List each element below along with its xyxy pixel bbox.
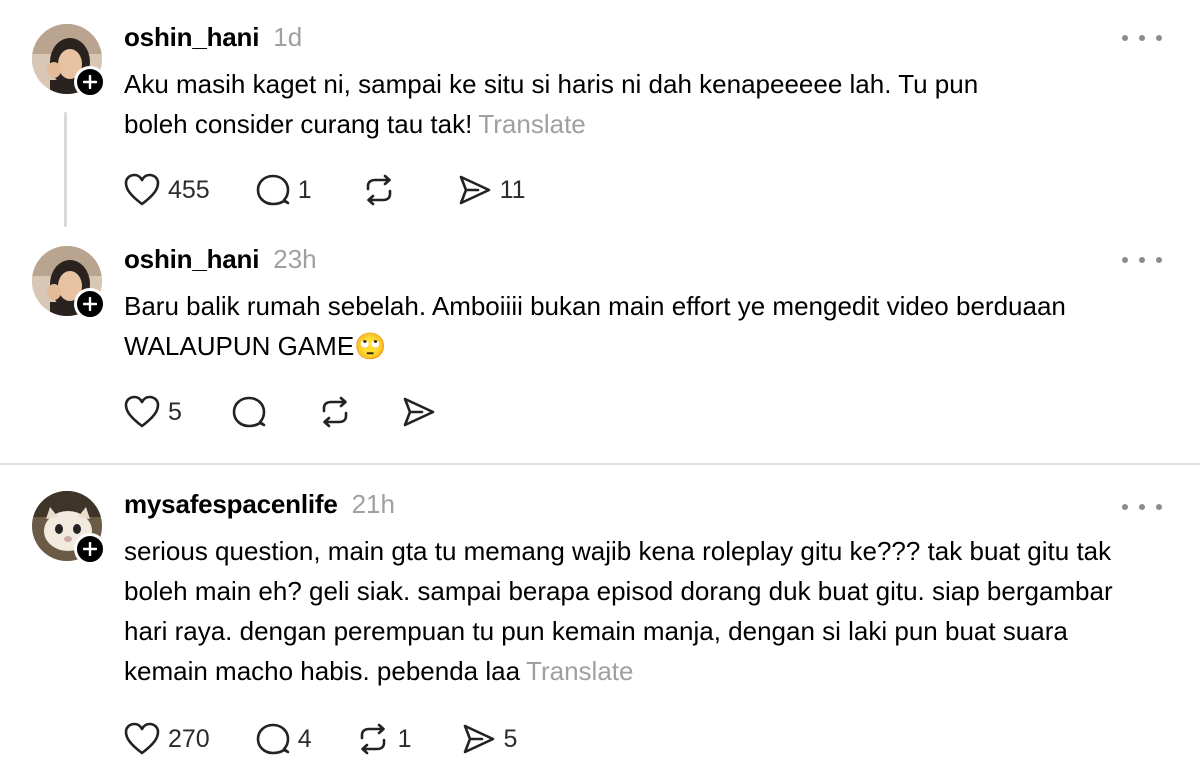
avatar[interactable]: [32, 246, 106, 320]
username[interactable]: oshin_hani: [124, 22, 259, 53]
heart-icon: [124, 395, 160, 429]
repost-button[interactable]: [318, 395, 360, 429]
share-count: 5: [503, 724, 518, 753]
like-button[interactable]: 270: [124, 722, 210, 756]
timestamp: 21h: [351, 489, 395, 519]
speech-bubble-icon: [256, 173, 290, 207]
reply-post: oshin_hani 1d Aku masih kaget ni, sampai…: [0, 0, 1200, 230]
timestamp: 23h: [273, 244, 317, 274]
reply-thread: oshin_hani 1d Aku masih kaget ni, sampai…: [0, 0, 1200, 775]
username[interactable]: mysafespacenlife: [124, 489, 338, 520]
speech-bubble-icon: [232, 395, 266, 429]
share-count: 11: [499, 175, 526, 204]
post-body: Baru balik rumah sebelah. Amboiiii bukan…: [124, 286, 1084, 366]
post-text: Baru balik rumah sebelah. Amboiiii bukan…: [124, 291, 1066, 361]
follow-plus-icon[interactable]: [74, 533, 106, 565]
like-button[interactable]: 455: [124, 173, 210, 207]
reply-post: oshin_hani 23h Baru balik rumah sebelah.…: [0, 230, 1200, 463]
repost-arrows-icon: [362, 173, 396, 207]
reply-button[interactable]: 1: [256, 173, 312, 207]
repost-button[interactable]: 1: [356, 722, 412, 756]
username[interactable]: oshin_hani: [124, 244, 259, 275]
share-button[interactable]: 5: [462, 722, 518, 756]
translate-link[interactable]: Translate: [478, 109, 585, 139]
send-icon: [458, 173, 492, 207]
timestamp: 1d: [273, 22, 303, 52]
repost-button[interactable]: [362, 173, 404, 207]
heart-icon: [124, 722, 160, 756]
reply-count: 4: [297, 724, 312, 753]
like-button[interactable]: 5: [124, 395, 182, 429]
like-count: 5: [168, 397, 182, 426]
like-count: 455: [168, 175, 210, 204]
speech-bubble-icon: [256, 722, 290, 756]
more-options-icon[interactable]: [1122, 250, 1162, 270]
send-icon: [402, 395, 436, 429]
more-options-icon[interactable]: [1122, 28, 1162, 48]
thread-connector-line: [64, 112, 67, 227]
heart-icon: [124, 173, 160, 207]
reply-post: mysafespacenlife 21h serious question, m…: [0, 465, 1200, 775]
repost-count: 1: [397, 724, 412, 753]
translate-link[interactable]: Translate: [526, 656, 633, 686]
repost-arrows-icon: [356, 722, 390, 756]
reply-button[interactable]: [232, 395, 274, 429]
follow-plus-icon[interactable]: [74, 288, 106, 320]
post-body: serious question, main gta tu memang waj…: [124, 531, 1150, 691]
more-options-icon[interactable]: [1122, 497, 1162, 517]
share-button[interactable]: [402, 395, 444, 429]
send-icon: [462, 722, 496, 756]
avatar[interactable]: [32, 24, 106, 98]
post-body: Aku masih kaget ni, sampai ke situ si ha…: [124, 64, 1044, 144]
follow-plus-icon[interactable]: [74, 66, 106, 98]
share-button[interactable]: 11: [458, 173, 526, 207]
avatar[interactable]: [32, 491, 106, 565]
reply-count: 1: [297, 175, 312, 204]
reply-button[interactable]: 4: [256, 722, 312, 756]
repost-arrows-icon: [318, 395, 352, 429]
like-count: 270: [168, 724, 210, 753]
